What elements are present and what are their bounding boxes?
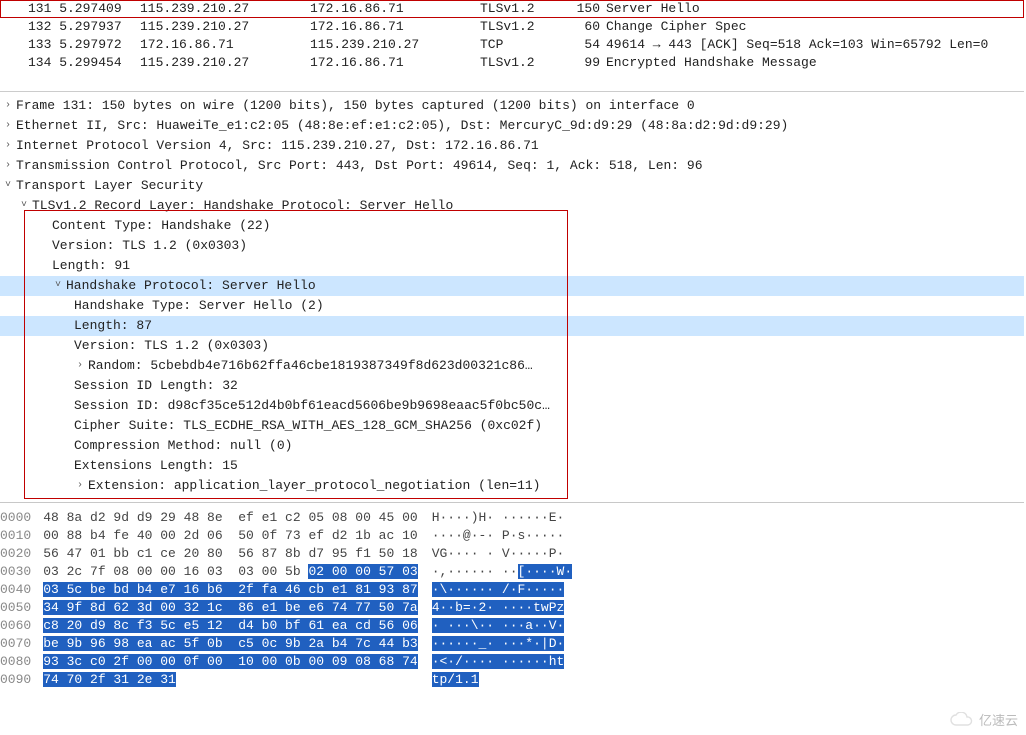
hex-ascii-column[interactable]: H····)H· ······E·····@·-· P·s·····VG····…: [418, 509, 572, 689]
tree-extensions-length[interactable]: Extensions Length: 15: [0, 456, 1024, 476]
chevron-right-icon: ›: [2, 136, 14, 156]
tree-label: Random: 5cbebdb4e716b62ffa46cbe181938734…: [88, 356, 533, 376]
tree-label: Cipher Suite: TLS_ECDHE_RSA_WITH_AES_128…: [74, 416, 542, 436]
tree-label: Session ID: d98cf35ce512d4b0bf61eacd5606…: [74, 396, 550, 416]
chevron-down-icon: ˅: [2, 176, 14, 196]
chevron-right-icon: ›: [2, 96, 14, 116]
tree-label: Version: TLS 1.2 (0x0303): [52, 236, 247, 256]
tree-extension-alpn[interactable]: ›Extension: application_layer_protocol_n…: [0, 476, 1024, 496]
tree-label: Length: 91: [52, 256, 130, 276]
tree-label: Frame 131: 150 bytes on wire (1200 bits)…: [16, 96, 695, 116]
packet-list-pane[interactable]: 131 5.297409115.239.210.27172.16.86.71TL…: [0, 0, 1024, 92]
tree-session-id[interactable]: Session ID: d98cf35ce512d4b0bf61eacd5606…: [0, 396, 1024, 416]
packet-row[interactable]: 133 5.297972172.16.86.71115.239.210.27TC…: [0, 36, 1024, 54]
tree-label: Internet Protocol Version 4, Src: 115.23…: [16, 136, 539, 156]
tree-label: Extensions Length: 15: [74, 456, 238, 476]
tree-handshake-protocol[interactable]: ˅Handshake Protocol: Server Hello: [0, 276, 1024, 296]
tree-handshake-length[interactable]: Length: 87: [0, 316, 1024, 336]
tree-label: TLSv1.2 Record Layer: Handshake Protocol…: [32, 196, 453, 216]
chevron-right-icon: ›: [2, 156, 14, 176]
packet-details-pane[interactable]: ›Frame 131: 150 bytes on wire (1200 bits…: [0, 92, 1024, 503]
tree-label: Handshake Type: Server Hello (2): [74, 296, 324, 316]
tree-label: Version: TLS 1.2 (0x0303): [74, 336, 269, 356]
chevron-right-icon: ›: [74, 356, 86, 376]
tree-ethernet[interactable]: ›Ethernet II, Src: HuaweiTe_e1:c2:05 (48…: [0, 116, 1024, 136]
tree-session-id-length[interactable]: Session ID Length: 32: [0, 376, 1024, 396]
tree-label: Content Type: Handshake (22): [52, 216, 270, 236]
tree-label: Compression Method: null (0): [74, 436, 292, 456]
packet-row[interactable]: 132 5.297937115.239.210.27172.16.86.71TL…: [0, 18, 1024, 36]
chevron-down-icon: ˅: [18, 196, 30, 216]
chevron-down-icon: ˅: [52, 276, 64, 296]
tree-label: Ethernet II, Src: HuaweiTe_e1:c2:05 (48:…: [16, 116, 788, 136]
tree-compression-method[interactable]: Compression Method: null (0): [0, 436, 1024, 456]
tree-label: Handshake Protocol: Server Hello: [66, 276, 316, 296]
tree-record-layer[interactable]: ˅TLSv1.2 Record Layer: Handshake Protoco…: [0, 196, 1024, 216]
tree-frame[interactable]: ›Frame 131: 150 bytes on wire (1200 bits…: [0, 96, 1024, 116]
hex-offsets-column: 0000001000200030004000500060007000800090: [0, 509, 43, 689]
hex-dump-pane[interactable]: 0000001000200030004000500060007000800090…: [0, 503, 1024, 699]
tree-content-type[interactable]: Content Type: Handshake (22): [0, 216, 1024, 236]
tree-ip[interactable]: ›Internet Protocol Version 4, Src: 115.2…: [0, 136, 1024, 156]
tree-record-length[interactable]: Length: 91: [0, 256, 1024, 276]
tree-label: Extension: application_layer_protocol_ne…: [88, 476, 540, 496]
tree-label: Transport Layer Security: [16, 176, 203, 196]
watermark-text: 亿速云: [979, 710, 1018, 729]
chevron-right-icon: ›: [74, 476, 86, 496]
packet-row[interactable]: 131 5.297409115.239.210.27172.16.86.71TL…: [0, 0, 1024, 18]
packet-row[interactable]: 134 5.299454115.239.210.27172.16.86.71TL…: [0, 54, 1024, 72]
tree-tls[interactable]: ˅Transport Layer Security: [0, 176, 1024, 196]
tree-handshake-type[interactable]: Handshake Type: Server Hello (2): [0, 296, 1024, 316]
tree-random[interactable]: ›Random: 5cbebdb4e716b62ffa46cbe18193873…: [0, 356, 1024, 376]
cloud-icon: [949, 712, 975, 728]
tree-label: Session ID Length: 32: [74, 376, 238, 396]
tree-cipher-suite[interactable]: Cipher Suite: TLS_ECDHE_RSA_WITH_AES_128…: [0, 416, 1024, 436]
tree-record-version[interactable]: Version: TLS 1.2 (0x0303): [0, 236, 1024, 256]
tree-handshake-version[interactable]: Version: TLS 1.2 (0x0303): [0, 336, 1024, 356]
watermark: 亿速云: [949, 710, 1018, 729]
tree-label: Length: 87: [74, 316, 152, 336]
hex-bytes-column[interactable]: 48 8a d2 9d d9 29 48 8e ef e1 c2 05 08 0…: [43, 509, 417, 689]
chevron-right-icon: ›: [2, 116, 14, 136]
tree-tcp[interactable]: ›Transmission Control Protocol, Src Port…: [0, 156, 1024, 176]
tree-label: Transmission Control Protocol, Src Port:…: [16, 156, 703, 176]
